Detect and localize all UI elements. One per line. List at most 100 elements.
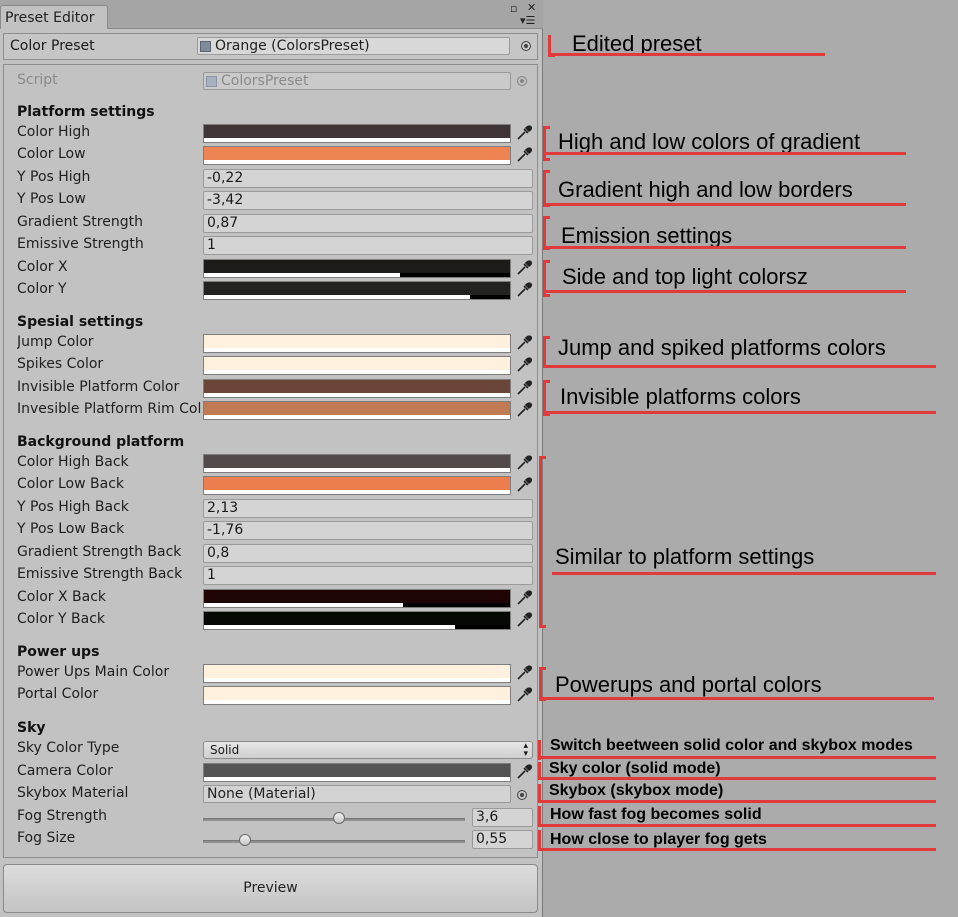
eyedropper-icon[interactable]: [515, 589, 533, 607]
annotation-label: How close to player fog gets: [550, 831, 767, 848]
emissive-strength-back-label: Emissive Strength Back: [17, 566, 183, 582]
gradient-strength-back-label: Gradient Strength Back: [17, 544, 182, 560]
fog-size-thumb[interactable]: [238, 834, 251, 846]
color-y-back-label: Color Y Back: [17, 611, 105, 627]
gradient-strength-field[interactable]: 0,87: [203, 214, 533, 233]
skybox-material-field[interactable]: None (Material): [203, 785, 511, 803]
eyedropper-icon[interactable]: [515, 401, 533, 419]
skybox-picker-icon[interactable]: [517, 790, 527, 800]
annotation-label: Sky color (solid mode): [549, 760, 721, 777]
eyedropper-icon[interactable]: [515, 334, 533, 352]
annotation-bracket: [543, 336, 550, 368]
annotation-underline: [546, 203, 906, 206]
y-pos-low-label: Y Pos Low: [17, 191, 86, 207]
object-picker-icon[interactable]: [521, 41, 531, 51]
annotation-underline: [546, 411, 936, 414]
portal-color-label: Portal Color: [17, 686, 99, 702]
power-ups-main-color-swatch[interactable]: [203, 664, 511, 683]
spikes-color-label: Spikes Color: [17, 356, 104, 372]
spikes-color-swatch[interactable]: [203, 356, 511, 375]
annotation-underline: [538, 777, 936, 780]
y-pos-high-back-field[interactable]: 2,13: [203, 499, 533, 518]
color-y-back-swatch[interactable]: [203, 611, 511, 630]
tab-title: Preset Editor: [5, 10, 95, 26]
y-pos-high-field[interactable]: -0,22: [203, 169, 533, 188]
eyedropper-icon[interactable]: [515, 664, 533, 682]
fog-strength-thumb[interactable]: [333, 812, 346, 824]
annotation-tick: [538, 830, 541, 850]
annotation-underline: [546, 246, 906, 249]
gradient-strength-label: Gradient Strength: [17, 214, 143, 230]
color-y-swatch[interactable]: [203, 281, 511, 300]
color-preset-field[interactable]: Orange (ColorsPreset): [197, 37, 510, 55]
y-pos-low-back-label: Y Pos Low Back: [17, 521, 125, 537]
eyedropper-icon[interactable]: [515, 281, 533, 299]
y-pos-low-back-field[interactable]: -1,76: [203, 521, 533, 540]
color-x-back-swatch[interactable]: [203, 589, 511, 608]
eyedropper-icon[interactable]: [515, 763, 533, 781]
annotation-label: Powerups and portal colors: [555, 672, 822, 697]
preset-editor-panel: Preset Editor ▫ ✕ ▾☰ Color Preset Orange…: [0, 0, 543, 917]
menu-icon[interactable]: ▾☰: [520, 15, 535, 26]
color-high-swatch[interactable]: [203, 124, 511, 143]
eyedropper-icon[interactable]: [515, 454, 533, 472]
power-ups-main-color-label: Power Ups Main Color: [17, 664, 170, 680]
annotation-underline: [551, 53, 825, 56]
close-icon[interactable]: ✕: [527, 2, 536, 13]
annotation-label: Skybox (skybox mode): [549, 782, 724, 799]
color-preset-value: Orange (ColorsPreset): [215, 38, 370, 54]
annotation-underline: [538, 756, 936, 759]
fog-size-field[interactable]: 0,55: [472, 830, 533, 849]
script-field: ColorsPreset: [203, 72, 511, 90]
preset-asset-icon: [200, 41, 211, 52]
tab-preset-editor[interactable]: Preset Editor: [0, 5, 108, 29]
eyedropper-icon[interactable]: [515, 476, 533, 494]
emissive-strength-field[interactable]: 1: [203, 236, 533, 255]
color-low-swatch[interactable]: [203, 146, 511, 165]
invisible-color-swatch[interactable]: [203, 379, 511, 398]
annotation-label: Invisible platforms colors: [560, 384, 801, 409]
color-low-back-swatch[interactable]: [203, 476, 511, 495]
maximize-icon[interactable]: ▫: [510, 3, 517, 14]
annotation-underline: [552, 572, 936, 575]
fog-strength-field[interactable]: 3,6: [472, 808, 533, 827]
jump-color-swatch[interactable]: [203, 334, 511, 353]
sky-color-type-label: Sky Color Type: [17, 740, 120, 756]
eyedropper-icon[interactable]: [515, 611, 533, 629]
eyedropper-icon[interactable]: [515, 686, 533, 704]
annotation-tick: [538, 806, 541, 826]
y-pos-low-field[interactable]: -3,42: [203, 191, 533, 210]
script-value: ColorsPreset: [221, 73, 309, 89]
color-high-back-swatch[interactable]: [203, 454, 511, 473]
annotation-underline: [538, 848, 936, 851]
invisible-rim-swatch[interactable]: [203, 401, 511, 420]
camera-color-swatch[interactable]: [203, 763, 511, 782]
annotation-label: Jump and spiked platforms colors: [558, 335, 886, 360]
annotation-bracket: [543, 126, 550, 161]
sky-header: Sky: [17, 720, 46, 736]
portal-color-swatch[interactable]: [203, 686, 511, 705]
eyedropper-icon[interactable]: [515, 259, 533, 277]
color-low-back-label: Color Low Back: [17, 476, 125, 492]
eyedropper-icon[interactable]: [515, 146, 533, 164]
camera-color-label: Camera Color: [17, 763, 113, 779]
preview-button[interactable]: Preview: [3, 864, 538, 913]
color-y-label: Color Y: [17, 281, 67, 297]
eyedropper-icon[interactable]: [515, 124, 533, 142]
invisible-color-label: Invisible Platform Color: [17, 379, 180, 395]
skybox-material-label: Skybox Material: [17, 785, 129, 801]
y-pos-high-label: Y Pos High: [17, 169, 91, 185]
inspector-body: Script ColorsPreset Platform settings Co…: [3, 64, 538, 858]
annotation-underline: [546, 152, 906, 155]
color-x-swatch[interactable]: [203, 259, 511, 278]
emissive-strength-back-field[interactable]: 1: [203, 566, 533, 585]
color-preset-row: Color Preset Orange (ColorsPreset): [3, 33, 538, 60]
eyedropper-icon[interactable]: [515, 356, 533, 374]
annotation-underline: [546, 290, 906, 293]
eyedropper-icon[interactable]: [515, 379, 533, 397]
script-icon: [206, 76, 217, 87]
annotation-label: How fast fog becomes solid: [550, 806, 762, 823]
gradient-strength-back-field[interactable]: 0,8: [203, 544, 533, 563]
color-preset-label: Color Preset: [10, 38, 95, 54]
sky-color-type-dropdown[interactable]: Solid ▴ ▾: [203, 741, 533, 759]
